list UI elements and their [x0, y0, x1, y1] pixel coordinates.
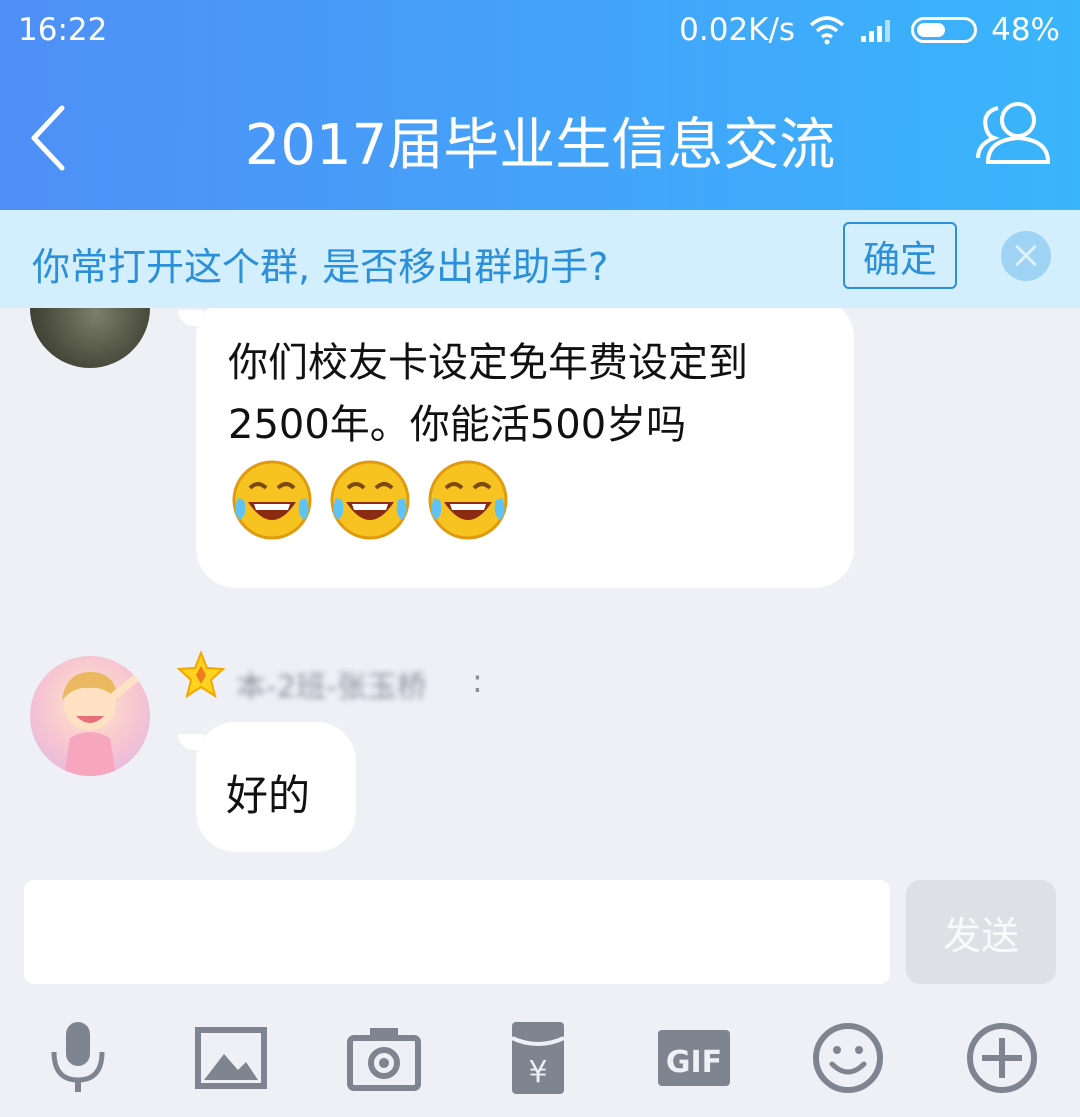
header-bar: 16:22 0.02K/s 48% 2017届毕业生信息交流: [0, 0, 1080, 210]
confirm-button[interactable]: 确定: [843, 222, 957, 289]
battery-percent: 48%: [991, 12, 1060, 48]
plus-icon[interactable]: [962, 1018, 1042, 1098]
message-bubble[interactable]: 好的: [196, 722, 356, 852]
svg-text:GIF: GIF: [666, 1045, 722, 1080]
emoji-row: [230, 458, 510, 542]
red-packet-icon[interactable]: ¥: [498, 1018, 578, 1098]
star-badge-icon: [176, 650, 226, 699]
laugh-cry-emoji-icon: [232, 460, 312, 540]
anime-girl-avatar-icon: [62, 672, 140, 776]
signal-icon: [861, 20, 891, 42]
message-input[interactable]: [24, 880, 890, 984]
sender-name: 本-2班-张玉桥: [236, 670, 427, 705]
notice-text: 你常打开这个群, 是否移出群助手?: [32, 245, 609, 289]
page-title: 2017届毕业生信息交流: [244, 113, 836, 178]
gif-icon[interactable]: GIF: [654, 1018, 734, 1098]
send-button[interactable]: 发送: [906, 880, 1056, 984]
message-bubble[interactable]: 你们校友卡设定免年费设定到2500年。你能活500岁吗: [196, 308, 854, 588]
microphone-icon[interactable]: [38, 1018, 118, 1098]
avatar[interactable]: [30, 656, 150, 776]
status-indicators: 0.02K/s 48%: [679, 12, 1060, 48]
close-icon[interactable]: [1001, 231, 1051, 281]
battery-icon: [911, 17, 978, 43]
chat-area[interactable]: 你们校友卡设定免年费设定到2500年。你能活500岁吗 本-2班-张玉桥: 好…: [0, 308, 1080, 868]
laugh-cry-emoji-icon: [330, 460, 410, 540]
message-text: 你们校友卡设定免年费设定到2500年。你能活500岁吗: [228, 340, 748, 448]
network-speed: 0.02K/s: [679, 12, 796, 48]
group-members-icon[interactable]: [974, 96, 1054, 172]
input-area: 发送 ¥ GIF: [0, 868, 1080, 1117]
message-text: 好的: [226, 771, 311, 820]
laugh-cry-emoji-icon: [428, 460, 508, 540]
camera-icon[interactable]: [344, 1018, 424, 1098]
toolbar: ¥ GIF: [0, 1018, 1080, 1108]
image-icon[interactable]: [192, 1018, 272, 1098]
status-time: 16:22: [18, 12, 108, 48]
sender-colon: :: [472, 662, 483, 700]
wifi-icon: [809, 16, 845, 45]
emoji-icon[interactable]: [808, 1018, 888, 1098]
back-button[interactable]: [20, 98, 80, 178]
avatar[interactable]: [30, 308, 150, 368]
svg-text:¥: ¥: [528, 1055, 547, 1090]
